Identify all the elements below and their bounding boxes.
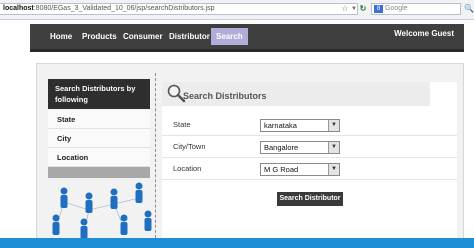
- main-navigation: Home Products Consumer Distributor Searc…: [30, 24, 464, 52]
- browser-search-icon[interactable]: 🔍: [464, 4, 474, 13]
- location-select-value: M G Road: [264, 165, 299, 174]
- chevron-down-icon: ▼: [328, 142, 339, 153]
- address-bar[interactable]: localhost:8080/EGas_3_Validated_10_06/js…: [0, 3, 358, 15]
- city-select-value: Bangalore: [264, 143, 299, 152]
- sidebar-divider: [48, 167, 150, 178]
- form-heading: Search Distributors: [183, 91, 267, 101]
- chevron-down-icon: ▼: [328, 120, 339, 131]
- url-path: :8080/EGas_3_Validated_10_06/jsp/searchD…: [33, 5, 215, 12]
- google-icon: 8: [374, 5, 383, 13]
- location-select[interactable]: M G Road ▼: [260, 163, 340, 176]
- nav-home[interactable]: Home: [50, 24, 72, 49]
- location-label: Location: [173, 164, 202, 173]
- state-label: State: [173, 120, 191, 129]
- refresh-icon[interactable]: ↻: [358, 4, 368, 14]
- sidebar-item-state[interactable]: State: [48, 110, 150, 129]
- city-label: City/Town: [173, 142, 206, 151]
- sidebar-item-location[interactable]: Location: [48, 148, 150, 167]
- nav-distributor[interactable]: Distributor: [169, 24, 210, 49]
- search-distributor-button[interactable]: Search Distributor: [277, 192, 343, 206]
- browser-search-input[interactable]: 8 Google: [371, 3, 461, 15]
- nav-search[interactable]: Search: [211, 28, 248, 45]
- browser-search-placeholder: Google: [385, 5, 408, 12]
- taskbar: [0, 238, 474, 248]
- sidebar-item-city[interactable]: City: [48, 129, 150, 148]
- browser-toolbar: localhost:8080/EGas_3_Validated_10_06/js…: [0, 0, 474, 20]
- panel-separator: [155, 73, 156, 248]
- url-host: localhost: [3, 5, 34, 12]
- welcome-message: Welcome Guest: [394, 29, 454, 38]
- nav-products[interactable]: Products: [82, 24, 117, 49]
- chevron-down-icon: ▼: [328, 164, 339, 175]
- city-select[interactable]: Bangalore ▼: [260, 141, 340, 154]
- state-select[interactable]: karnataka ▼: [260, 119, 340, 132]
- sidebar-title: Search Distributors by following: [48, 79, 150, 109]
- state-select-value: karnataka: [264, 121, 297, 130]
- nav-consumer[interactable]: Consumer: [123, 24, 163, 49]
